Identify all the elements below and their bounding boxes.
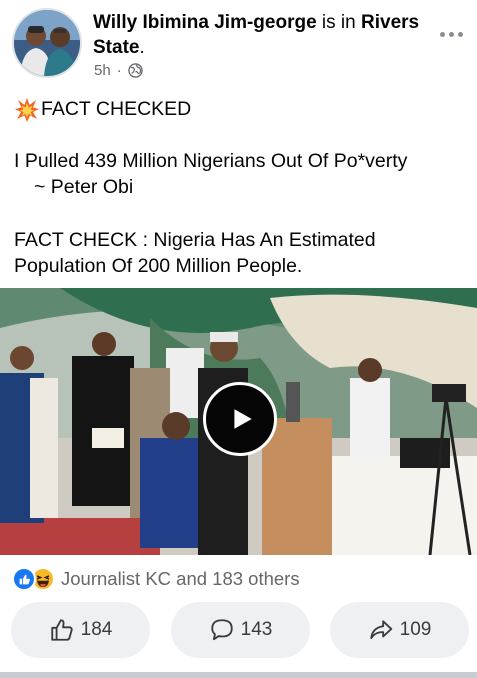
- like-count: 184: [80, 619, 113, 640]
- meta-separator: ·: [116, 62, 122, 79]
- video-player[interactable]: [0, 288, 477, 555]
- post-header: Willy Ibimina Jim-george is in Rivers St…: [93, 10, 423, 60]
- feed-divider: [0, 672, 477, 678]
- post-text-line-5: Population Of 200 Million People.: [14, 255, 303, 277]
- author-name[interactable]: Willy Ibimina Jim-george: [93, 12, 317, 33]
- more-dot: [449, 31, 454, 37]
- share-count: 109: [399, 619, 432, 640]
- globe-icon[interactable]: [127, 63, 143, 78]
- more-dot: [440, 31, 445, 37]
- author-avatar[interactable]: [12, 8, 82, 78]
- haha-face-glyph: [36, 575, 50, 587]
- avatar-image: [14, 10, 80, 76]
- post-text-line-2: I Pulled 439 Million Nigerians Out Of Po…: [14, 150, 408, 172]
- post-text-line-4: FACT CHECK : Nigeria Has An Estimated: [14, 229, 376, 251]
- post-meta: 5h ·: [94, 62, 143, 79]
- is-in-text: is in: [316, 12, 362, 33]
- thumbs-up-glyph: [19, 574, 30, 584]
- like-reaction-icon: [12, 567, 36, 591]
- post-timestamp[interactable]: 5h: [94, 62, 111, 79]
- play-button[interactable]: [203, 382, 277, 456]
- reactions-summary-text: Journalist KC and 183 others: [61, 568, 300, 589]
- comment-count: 143: [240, 619, 273, 640]
- post-text-line-1: FACT CHECKED: [14, 96, 191, 123]
- location-suffix: .: [139, 37, 145, 58]
- more-dot: [458, 31, 463, 37]
- share-arrow-icon: [369, 620, 392, 640]
- facebook-post: Willy Ibimina Jim-george is in Rivers St…: [0, 0, 477, 678]
- more-options-icon[interactable]: [440, 26, 466, 42]
- like-button[interactable]: 184: [11, 602, 150, 658]
- fact-checked-text: FACT CHECKED: [41, 98, 192, 120]
- collision-emoji-icon: [15, 97, 39, 122]
- comment-button[interactable]: 143: [171, 602, 310, 658]
- thumbs-up-icon: [50, 619, 73, 641]
- play-icon: [234, 409, 252, 429]
- comment-icon: [210, 619, 233, 641]
- share-button[interactable]: 109: [330, 602, 469, 658]
- reactions-summary[interactable]: Journalist KC and 183 others: [12, 566, 300, 592]
- post-text-line-3: ~ Peter Obi: [34, 176, 134, 198]
